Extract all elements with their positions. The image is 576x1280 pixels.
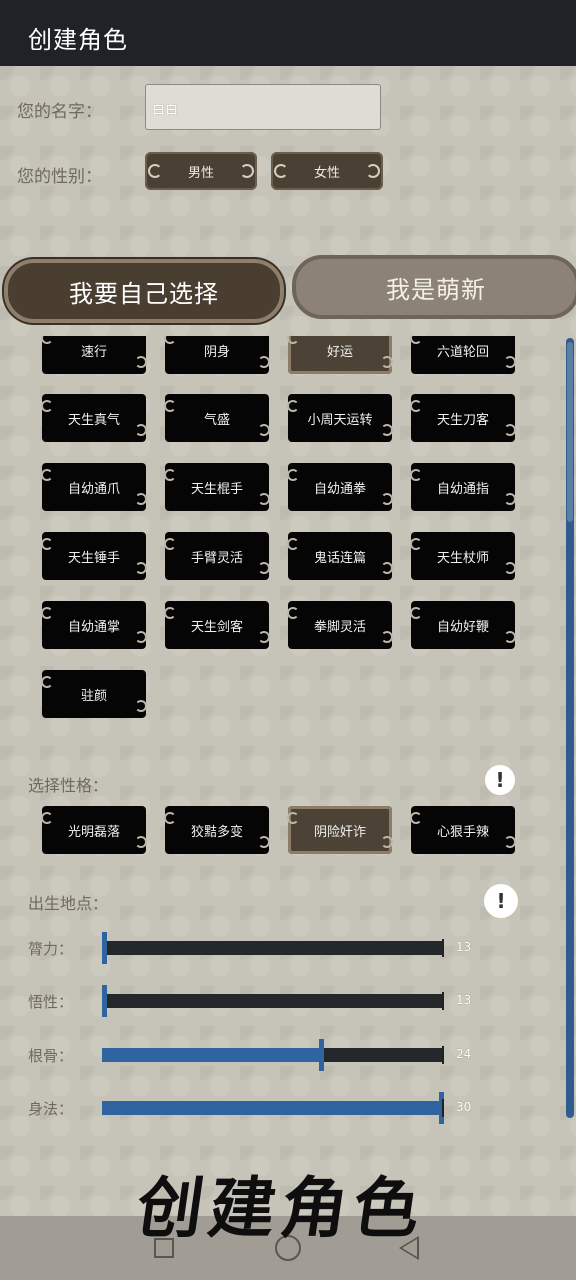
trait-tag[interactable]: 速行: [41, 336, 147, 374]
trait-tag[interactable]: 天生真气: [41, 394, 147, 442]
stat-value: 24: [456, 1047, 472, 1061]
trait-tag[interactable]: 阴身: [164, 336, 270, 374]
stat-slider-strength[interactable]: [102, 932, 444, 964]
stat-value: 13: [456, 940, 472, 954]
personality-option[interactable]: 狡黠多变: [164, 806, 270, 854]
stat-value: 13: [456, 993, 472, 1007]
trait-tag[interactable]: 拳脚灵活: [287, 601, 393, 649]
trait-tag[interactable]: 自幼通指: [410, 463, 516, 511]
stat-slider-agility[interactable]: [102, 1092, 444, 1124]
trait-list[interactable]: 速行 阴身 好运 六道轮回 天生真气 气盛 小周天运转 天生刀客 自幼通爪 天生…: [0, 336, 576, 728]
trait-tag[interactable]: 自幼通爪: [41, 463, 147, 511]
personality-option[interactable]: 心狠手辣: [410, 806, 516, 854]
trait-tag[interactable]: 天生剑客: [164, 601, 270, 649]
title-bar: 创建角色: [0, 0, 576, 66]
stat-slider-constitution[interactable]: [102, 1039, 444, 1071]
stat-label: 膂力：: [28, 940, 74, 958]
trait-tag[interactable]: 六道轮回: [410, 336, 516, 374]
gender-label: 您的性别：: [17, 167, 102, 187]
trait-tag[interactable]: 气盛: [164, 394, 270, 442]
trait-tag[interactable]: 自幼好鞭: [410, 601, 516, 649]
slider-knob[interactable]: [318, 1039, 324, 1071]
trait-tag-selected[interactable]: 好运: [287, 336, 393, 374]
slider-knob[interactable]: [102, 932, 107, 964]
scrollbar[interactable]: [566, 338, 574, 1118]
stat-label: 根骨：: [28, 1047, 74, 1065]
personality-label: 选择性格：: [28, 776, 109, 795]
slider-knob[interactable]: [102, 985, 107, 1017]
trait-tag[interactable]: 自幼通掌: [41, 601, 147, 649]
personality-option-selected[interactable]: 阴险奸诈: [287, 806, 393, 854]
trait-tag[interactable]: 天生刀客: [410, 394, 516, 442]
stat-value: 30: [456, 1100, 472, 1114]
name-input[interactable]: 白白: [145, 84, 381, 130]
trait-tag[interactable]: 天生棍手: [164, 463, 270, 511]
newbie-button[interactable]: 我是萌新: [292, 255, 576, 319]
scrollbar-thumb[interactable]: [567, 342, 573, 522]
trait-tag[interactable]: 手臂灵活: [164, 532, 270, 580]
stat-label: 身法：: [28, 1100, 74, 1118]
birthplace-label: 出生地点：: [28, 894, 109, 913]
trait-tag[interactable]: 天生锤手: [41, 532, 147, 580]
trait-tag[interactable]: 驻颜: [41, 670, 147, 718]
info-icon[interactable]: !: [484, 884, 518, 918]
gender-male-button[interactable]: 男性: [145, 152, 257, 190]
gender-female-button[interactable]: 女性: [271, 152, 383, 190]
trait-tag[interactable]: 小周天运转: [287, 394, 393, 442]
info-icon[interactable]: !: [485, 765, 515, 795]
personality-option[interactable]: 光明磊落: [41, 806, 147, 854]
trait-tag[interactable]: 自幼通拳: [287, 463, 393, 511]
stat-slider-comprehension[interactable]: [102, 985, 444, 1017]
page-title: 创建角色: [28, 26, 128, 54]
create-character-logo[interactable]: 创建角色: [131, 1155, 432, 1251]
trait-tag[interactable]: 鬼话连篇: [287, 532, 393, 580]
name-label: 您的名字：: [17, 102, 102, 122]
stat-label: 悟性：: [28, 993, 74, 1011]
self-select-button[interactable]: 我要自己选择: [4, 259, 284, 323]
trait-tag[interactable]: 天生杖师: [410, 532, 516, 580]
